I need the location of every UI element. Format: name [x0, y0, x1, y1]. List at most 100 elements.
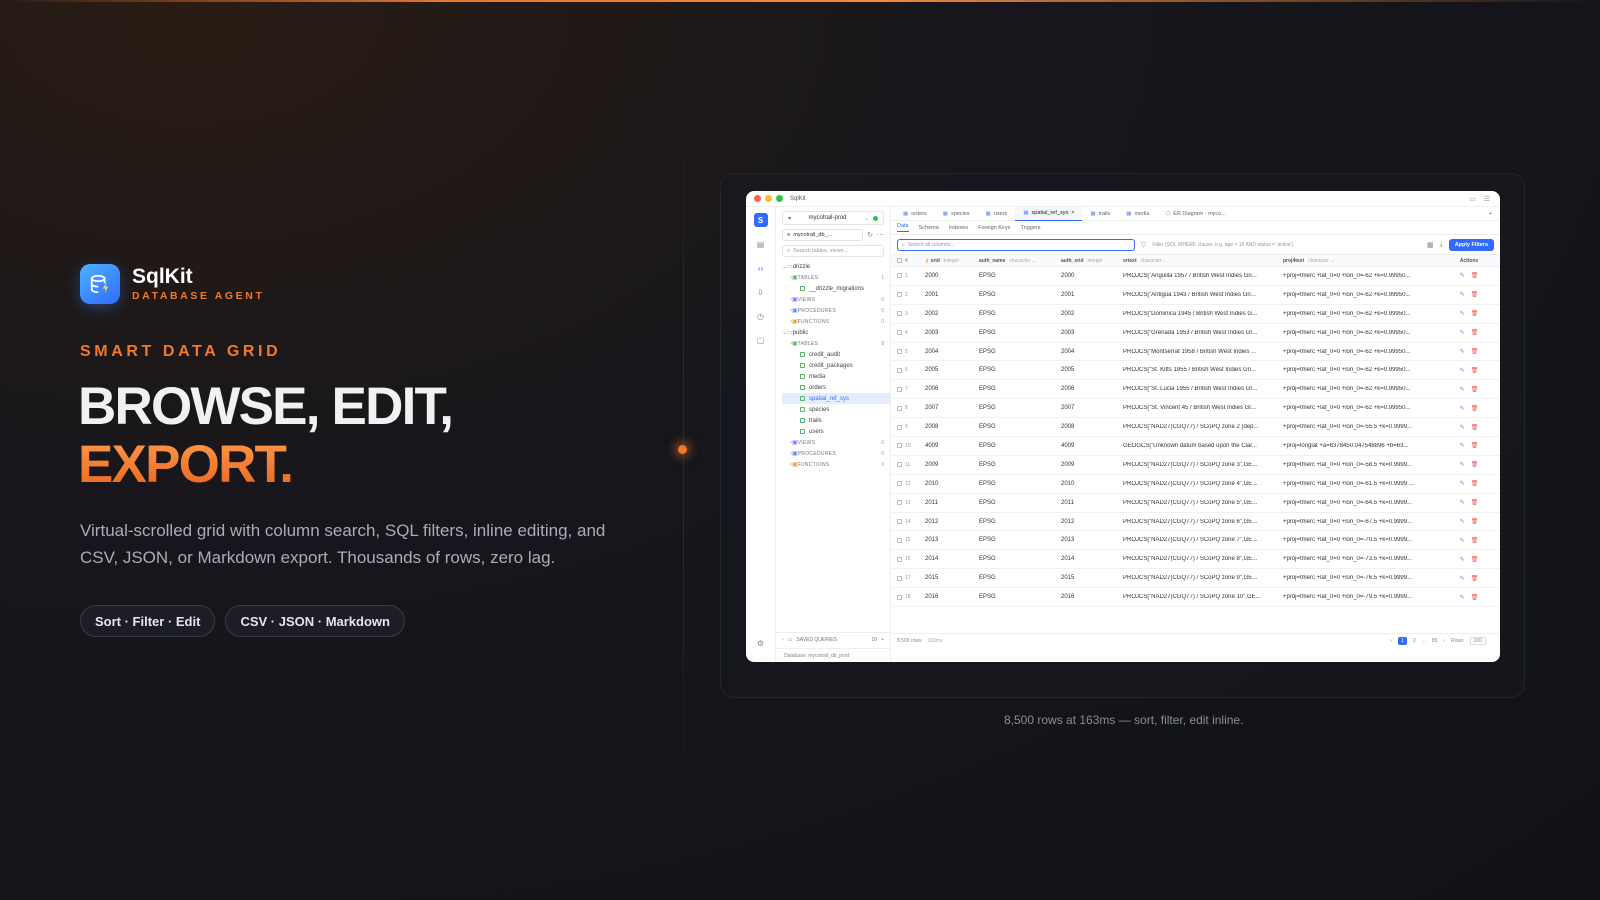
cell[interactable]: 2007	[925, 405, 979, 411]
edit-icon[interactable]: ✎	[1460, 329, 1465, 336]
close-window-button[interactable]	[754, 195, 761, 202]
chat-icon[interactable]: ▢	[754, 333, 768, 347]
cell[interactable]: +proj=tmerc +lat_0=0 +lon_0=-64.5 +k=0.9…	[1283, 500, 1438, 506]
sidebar-category-item[interactable]: › ▣ VIEWS 0	[782, 294, 890, 305]
trash-icon[interactable]: 🗑	[1471, 310, 1479, 317]
table-row[interactable]: 6 2005 EPSG 2005 PROJCS["St. Kitts 1955 / Br…	[891, 361, 1500, 381]
table-row[interactable]: 16 2014 EPSG 2014 PROJCS["NAD27(CGQ77) / SCo…	[891, 550, 1500, 570]
connection-selector[interactable]: ▾ mycotrail-prod ⌄	[782, 211, 884, 225]
trash-icon[interactable]: 🗑	[1471, 405, 1479, 412]
cell[interactable]: 2009	[1061, 462, 1123, 468]
app-logo-icon[interactable]: S	[753, 213, 768, 227]
cell[interactable]: 2012	[1061, 519, 1123, 525]
column-header-auth_srid[interactable]: auth_srid integer	[1061, 258, 1123, 264]
sidebar-category-item[interactable]: › ▣ VIEWS 0	[782, 437, 890, 448]
trash-icon[interactable]: 🗑	[1471, 518, 1479, 525]
edit-icon[interactable]: ✎	[1460, 386, 1465, 393]
cell[interactable]: PROJCS["Anguilla 1957 / British West Ind…	[1123, 273, 1283, 279]
row-checkbox[interactable]	[897, 556, 902, 562]
trash-icon[interactable]: 🗑	[1471, 537, 1479, 544]
minimize-window-button[interactable]	[765, 195, 772, 202]
cell[interactable]: EPSG	[979, 537, 1061, 543]
trash-icon[interactable]: 🗑	[1471, 461, 1479, 468]
cell[interactable]: 2003	[1061, 330, 1123, 336]
cell[interactable]: PROJCS["NAD27(CGQ77) / SCoPQ zone 3",GE.…	[1123, 462, 1283, 468]
cell[interactable]: PROJCS["NAD27(CGQ77) / SCoPQ zone 2 (dep…	[1123, 424, 1283, 430]
row-checkbox[interactable]	[897, 349, 902, 354]
cell[interactable]: +proj=tmerc +lat_0=0 +lon_0=-76.5 +k=0.9…	[1283, 575, 1438, 581]
cell[interactable]: EPSG	[979, 575, 1061, 581]
cell[interactable]: 2000	[1061, 273, 1123, 279]
table-row[interactable]: 8 2007 EPSG 2007 PROJCS["St. Vincent 45 / Br…	[891, 399, 1500, 419]
table-row[interactable]: 4 2003 EPSG 2003 PROJCS["Grenada 1953 / Brit…	[891, 324, 1500, 343]
cell[interactable]: PROJCS["NAD27(CGQ77) / SCoPQ zone 6",GE.…	[1123, 519, 1283, 525]
table-row[interactable]: 15 2013 EPSG 2013 PROJCS["NAD27(CGQ77) / SCo…	[891, 531, 1500, 551]
sidebar-table-item[interactable]: credit_packages	[782, 360, 890, 371]
cell[interactable]: 2002	[1061, 311, 1123, 317]
columns-icon[interactable]: ▦	[1427, 241, 1434, 249]
select-all-checkbox[interactable]	[897, 258, 902, 263]
trash-icon[interactable]: 🗑	[1471, 499, 1479, 506]
maximize-window-button[interactable]	[776, 195, 783, 202]
tab-users[interactable]: ▦ users	[978, 207, 1016, 221]
row-checkbox[interactable]	[897, 273, 902, 279]
sidebar-category-item[interactable]: › ▣ PROCEDURES 0	[782, 448, 890, 459]
edit-icon[interactable]: ✎	[1460, 348, 1465, 355]
trash-icon[interactable]: 🗑	[1471, 480, 1479, 487]
sidebar-schema-item[interactable]: ⌄ ▭ drizzle	[782, 261, 890, 272]
row-checkbox[interactable]	[897, 500, 902, 506]
cell[interactable]: 2011	[925, 500, 979, 506]
sidebar-category-item[interactable]: › ▣ TABLES 8	[782, 338, 890, 349]
cell[interactable]: +proj=tmerc +lat_0=0 +lon_0=-67.5 +k=0.9…	[1283, 519, 1438, 525]
edit-icon[interactable]: ✎	[1460, 272, 1465, 279]
settings-icon[interactable]: ⚙	[754, 636, 768, 650]
cell[interactable]: 2007	[1061, 405, 1123, 411]
cell[interactable]: EPSG	[979, 386, 1061, 392]
layout-icon[interactable]: ▭	[1469, 195, 1476, 203]
column-header-srtext[interactable]: srtext character ...	[1123, 258, 1283, 264]
cell[interactable]: GEOGCS["Unknown datum based upon the Cla…	[1123, 443, 1283, 449]
cell[interactable]: +proj=tmerc +lat_0=0 +lon_0=-62 +k=0.999…	[1283, 311, 1438, 317]
cell[interactable]: PROJCS["NAD27(CGQ77) / SCoPQ zone 9",GE.…	[1123, 575, 1283, 581]
trash-icon[interactable]: 🗑	[1471, 367, 1479, 374]
cell[interactable]: 2006	[925, 386, 979, 392]
subtab-data[interactable]: Data	[897, 223, 909, 232]
subtab-indexes[interactable]: Indexes	[949, 225, 968, 231]
history-icon[interactable]: ◷	[754, 309, 768, 323]
cell[interactable]: EPSG	[979, 443, 1061, 449]
cell[interactable]: 2005	[1061, 367, 1123, 373]
trash-icon[interactable]: 🗑	[1471, 556, 1479, 563]
table-row[interactable]: 18 2016 EPSG 2016 PROJCS["NAD27(CGQ77) / SCo…	[891, 588, 1500, 608]
column-search-input[interactable]: ⌕ Search all columns...	[897, 238, 1135, 251]
cell[interactable]: PROJCS["St. Kitts 1955 / British West In…	[1123, 367, 1283, 373]
cell[interactable]: PROJCS["NAD27(CGQ77) / SCoPQ zone 7",GE.…	[1123, 537, 1283, 543]
more-icon[interactable]: ⋯	[877, 231, 884, 239]
cell[interactable]: EPSG	[979, 462, 1061, 468]
database-icon[interactable]: ▤	[754, 237, 768, 251]
sidebar-category-item[interactable]: › ▣ PROCEDURES 0	[782, 305, 890, 316]
cell[interactable]: 2016	[1061, 594, 1123, 600]
cell[interactable]: 2015	[1061, 575, 1123, 581]
trash-icon[interactable]: 🗑	[1471, 329, 1479, 336]
cell[interactable]: +proj=tmerc +lat_0=0 +lon_0=-79.5 +k=0.9…	[1283, 594, 1438, 600]
cell[interactable]: EPSG	[979, 292, 1061, 298]
row-checkbox[interactable]	[897, 481, 902, 487]
edit-icon[interactable]: ✎	[1460, 480, 1465, 487]
edit-icon[interactable]: ✎	[1460, 310, 1465, 317]
trash-icon[interactable]: 🗑	[1471, 442, 1479, 449]
column-header-proj4text[interactable]: proj4text character ...	[1283, 258, 1438, 264]
page-1[interactable]: 1	[1398, 637, 1407, 645]
table-row[interactable]: 1 2000 EPSG 2000 PROJCS["Anguilla 1957 / Bri…	[891, 267, 1500, 286]
cell[interactable]: +proj=tmerc +lat_0=0 +lon_0=-62 +k=0.999…	[1283, 386, 1438, 392]
cell[interactable]: +proj=tmerc +lat_0=0 +lon_0=-62 +k=0.999…	[1283, 405, 1438, 411]
cell[interactable]: +proj=tmerc +lat_0=0 +lon_0=-70.5 +k=0.9…	[1283, 537, 1438, 543]
cell[interactable]: 2005	[925, 367, 979, 373]
page-2[interactable]: 2	[1413, 638, 1416, 644]
cell[interactable]: 2011	[1061, 500, 1123, 506]
edit-icon[interactable]: ✎	[1460, 291, 1465, 298]
row-checkbox[interactable]	[897, 424, 902, 430]
cell[interactable]: +proj=tmerc +lat_0=0 +lon_0=-62 +k=0.999…	[1283, 330, 1438, 336]
row-checkbox[interactable]	[897, 594, 902, 600]
cell[interactable]: 4009	[925, 443, 979, 449]
table-row[interactable]: 3 2002 EPSG 2002 PROJCS["Dominica 1945 / Bri…	[891, 305, 1500, 324]
